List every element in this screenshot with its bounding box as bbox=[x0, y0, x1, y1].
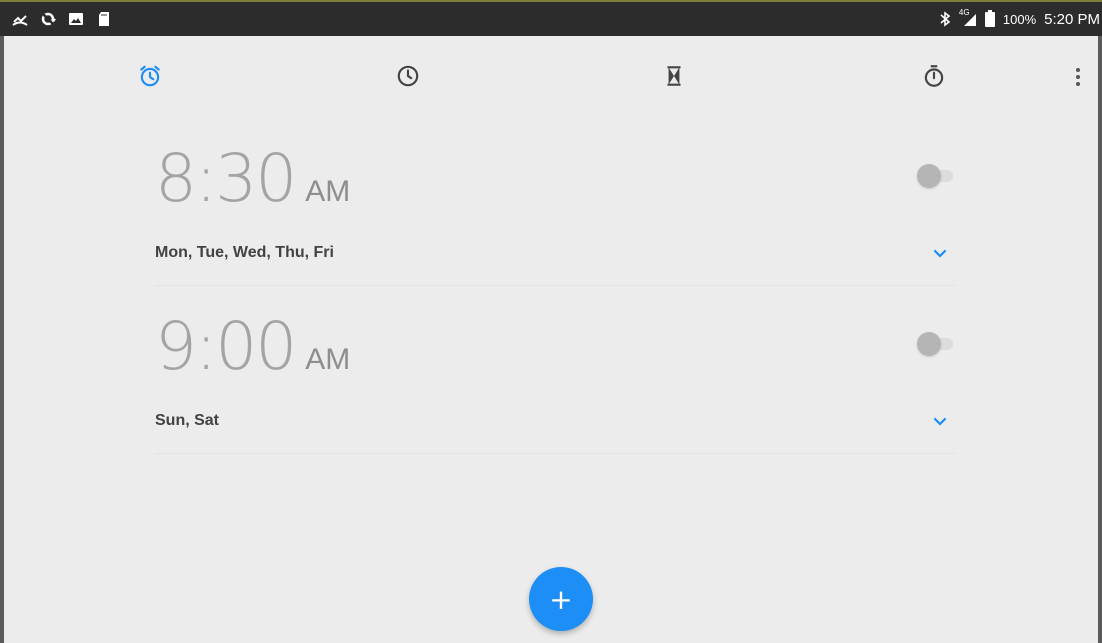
stopwatch-icon bbox=[924, 65, 944, 87]
status-bar: 4G 100% 5:20 PM bbox=[0, 0, 1102, 36]
alarm-ampm: AM bbox=[305, 175, 351, 208]
clock-icon bbox=[397, 65, 419, 87]
hourglass-icon bbox=[667, 66, 681, 86]
status-right-icons: 4G 100% 5:20 PM bbox=[937, 8, 1102, 28]
overflow-menu-button[interactable] bbox=[1068, 62, 1088, 92]
alarm-time[interactable]: 9:00 AM bbox=[155, 308, 350, 385]
sd-card-icon bbox=[96, 11, 112, 27]
signal-icon: 4G bbox=[958, 8, 977, 27]
network-type: 4G bbox=[958, 8, 970, 17]
expand-button[interactable] bbox=[930, 244, 950, 264]
battery-icon bbox=[984, 9, 995, 27]
alarm-time-value: 8:30 bbox=[155, 140, 297, 217]
divider bbox=[155, 285, 955, 286]
alarm-item[interactable]: 8:30 AM Mon, Tue, Wed, Thu, Fri bbox=[155, 140, 955, 280]
alarm-days: Sun, Sat bbox=[155, 412, 220, 429]
chevron-down-icon bbox=[933, 417, 947, 426]
status-time: 5:20 PM bbox=[1044, 10, 1100, 28]
alarm-clock-icon bbox=[140, 65, 160, 87]
tab-stopwatch[interactable] bbox=[920, 62, 948, 90]
alarm-toggle[interactable] bbox=[917, 164, 955, 188]
tab-bar bbox=[4, 36, 1098, 116]
bluetooth-icon bbox=[937, 11, 953, 27]
alarm-item[interactable]: 9:00 AM Sun, Sat bbox=[155, 308, 955, 448]
alarm-time-value: 9:00 bbox=[155, 308, 297, 385]
battery-percent: 100% bbox=[1002, 11, 1037, 27]
tab-timer[interactable] bbox=[660, 62, 688, 90]
more-vert-icon bbox=[1076, 68, 1080, 86]
alarm-days: Mon, Tue, Wed, Thu, Fri bbox=[155, 244, 334, 261]
divider bbox=[155, 453, 955, 454]
missed-call-icon bbox=[12, 11, 28, 27]
tab-clock[interactable] bbox=[394, 62, 422, 90]
gallery-icon bbox=[68, 11, 84, 27]
expand-button[interactable] bbox=[930, 412, 950, 432]
toggle-thumb bbox=[917, 332, 941, 356]
chevron-down-icon bbox=[933, 249, 947, 258]
alarm-toggle[interactable] bbox=[917, 332, 955, 356]
add-alarm-button[interactable]: + bbox=[529, 567, 593, 631]
alarm-ampm: AM bbox=[305, 343, 351, 376]
alarm-time[interactable]: 8:30 AM bbox=[155, 140, 350, 217]
toggle-thumb bbox=[917, 164, 941, 188]
tab-alarm[interactable] bbox=[136, 62, 164, 90]
sync-icon bbox=[40, 11, 56, 27]
status-left-icons bbox=[12, 11, 112, 27]
plus-icon: + bbox=[549, 582, 573, 616]
